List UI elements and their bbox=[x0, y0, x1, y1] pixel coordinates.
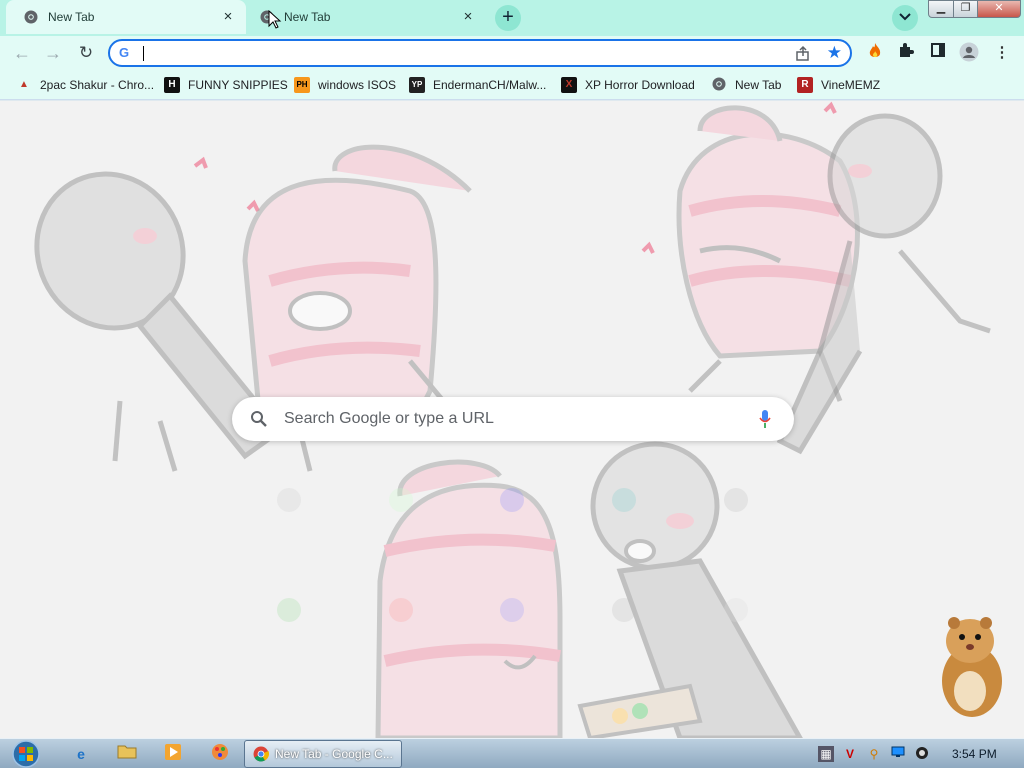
bookmark-favicon-yp-icon: YP bbox=[409, 77, 425, 93]
bookmark-favicon-2pac-icon: ▲ bbox=[19, 79, 29, 90]
tab-new-tab[interactable]: New Tab × bbox=[246, 0, 486, 34]
shortcut-tile[interactable] bbox=[389, 488, 413, 512]
tab-title: New Tab bbox=[284, 10, 331, 24]
bookmark-label: New Tab bbox=[735, 78, 782, 92]
file-explorer-icon[interactable] bbox=[116, 743, 138, 765]
internet-explorer-icon[interactable]: e bbox=[70, 743, 92, 765]
bookmark-label: FUNNY SNIPPIES bbox=[188, 78, 288, 92]
search-icon bbox=[250, 410, 268, 428]
profile-avatar-icon[interactable] bbox=[958, 42, 980, 64]
shortcut-tile[interactable] bbox=[724, 488, 748, 512]
bookmark-item[interactable]: YP EndermanCH/Malw... bbox=[409, 76, 546, 94]
tray-search-icon[interactable]: ⚲ bbox=[866, 746, 882, 762]
extension-fire-icon[interactable] bbox=[864, 42, 886, 64]
chrome-icon bbox=[253, 746, 269, 762]
shortcut-tile[interactable] bbox=[500, 488, 524, 512]
taskbar-chrome-window-button[interactable]: New Tab - Google C... bbox=[244, 740, 402, 768]
bookmark-item[interactable]: ▲ 2pac Shakur - Chro... bbox=[16, 76, 154, 94]
ntp-search-box[interactable]: Search Google or type a URL bbox=[232, 397, 794, 441]
bookmark-label: VineMEMZ bbox=[821, 78, 881, 92]
tray-monitor-icon[interactable] bbox=[890, 746, 906, 762]
windows-taskbar: e New Tab - Google C... ▦ V ⚲ 3:54 PM bbox=[0, 738, 1024, 768]
chrome-menu-button[interactable]: ⋮ bbox=[991, 42, 1013, 64]
mouse-cursor-icon bbox=[268, 10, 282, 29]
tab-close-icon[interactable]: × bbox=[460, 9, 476, 25]
new-tab-page: Search Google or type a URL bbox=[0, 101, 1024, 738]
tab-new-tab-active[interactable]: New Tab × bbox=[6, 0, 246, 34]
media-player-icon[interactable] bbox=[162, 743, 184, 765]
chrome-favicon-icon bbox=[24, 10, 38, 24]
shortcut-tile[interactable] bbox=[612, 598, 636, 622]
bookmark-label: XP Horror Download bbox=[585, 78, 695, 92]
side-panel-icon[interactable] bbox=[927, 42, 949, 64]
tray-v-icon[interactable]: V bbox=[842, 746, 858, 762]
bookmark-item[interactable]: PH windows ISOS bbox=[294, 76, 396, 94]
paint-icon[interactable] bbox=[209, 743, 231, 765]
window-close-button[interactable]: ✕ bbox=[977, 0, 1021, 18]
shortcut-tile[interactable] bbox=[389, 598, 413, 622]
bookmark-favicon-ph-icon: PH bbox=[294, 77, 310, 93]
bookmark-item[interactable]: R VineMEMZ bbox=[797, 76, 880, 94]
tray-volume-icon[interactable] bbox=[914, 746, 930, 762]
extensions-puzzle-icon[interactable] bbox=[895, 42, 917, 64]
chrome-favicon-icon bbox=[711, 77, 727, 93]
back-button[interactable]: ← bbox=[9, 40, 35, 66]
add-shortcut-tile[interactable] bbox=[724, 598, 748, 622]
bookmark-label: 2pac Shakur - Chro... bbox=[40, 78, 155, 92]
bookmark-item[interactable]: H FUNNY SNIPPIES bbox=[164, 76, 288, 94]
text-caret bbox=[143, 46, 144, 61]
browser-toolbar: ← → ↻ G ★ ⋮ bbox=[0, 36, 1024, 70]
window-maximize-button[interactable]: ❐ bbox=[953, 0, 978, 18]
search-placeholder: Search Google or type a URL bbox=[284, 410, 494, 427]
tab-search-button[interactable] bbox=[892, 5, 918, 31]
reload-button[interactable]: ↻ bbox=[73, 40, 99, 66]
bookmark-favicon-x-icon: X bbox=[561, 77, 577, 93]
shortcut-tile[interactable] bbox=[277, 598, 301, 622]
bookmark-favicon-h-icon: H bbox=[164, 77, 180, 93]
new-tab-button[interactable]: + bbox=[495, 5, 521, 31]
taskbar-clock[interactable]: 3:54 PM bbox=[952, 747, 997, 761]
bookmark-favicon-r-icon: R bbox=[797, 77, 813, 93]
google-logo-icon: G bbox=[119, 45, 130, 60]
tab-title: New Tab bbox=[48, 10, 95, 24]
taskbar-window-label: New Tab - Google C... bbox=[275, 747, 393, 761]
bookmark-star-icon[interactable]: ★ bbox=[827, 43, 842, 63]
microphone-icon[interactable] bbox=[758, 409, 772, 429]
shortcut-tile[interactable] bbox=[277, 488, 301, 512]
hamster-desktop-pet-icon[interactable] bbox=[930, 611, 1010, 721]
shortcut-tile[interactable] bbox=[612, 488, 636, 512]
forward-button[interactable]: → bbox=[40, 40, 66, 66]
window-minimize-button[interactable]: ▁ bbox=[928, 0, 954, 18]
bookmark-item[interactable]: X XP Horror Download bbox=[561, 76, 695, 94]
address-bar[interactable]: G ★ bbox=[108, 39, 852, 67]
bookmark-label: EndermanCH/Malw... bbox=[433, 78, 547, 92]
bookmark-item[interactable]: New Tab bbox=[711, 76, 781, 94]
tray-app-icon[interactable]: ▦ bbox=[818, 746, 834, 762]
start-button[interactable] bbox=[9, 739, 43, 768]
chevron-down-icon bbox=[899, 13, 911, 21]
tab-close-icon[interactable]: × bbox=[220, 9, 236, 25]
share-icon[interactable] bbox=[794, 45, 812, 63]
shortcut-tile[interactable] bbox=[500, 598, 524, 622]
bookmark-label: windows ISOS bbox=[318, 78, 397, 92]
tab-strip: New Tab × New Tab × + ▁ ❐ ✕ bbox=[0, 0, 1024, 36]
bookmarks-bar: ▲ 2pac Shakur - Chro... H FUNNY SNIPPIES… bbox=[0, 70, 1024, 100]
